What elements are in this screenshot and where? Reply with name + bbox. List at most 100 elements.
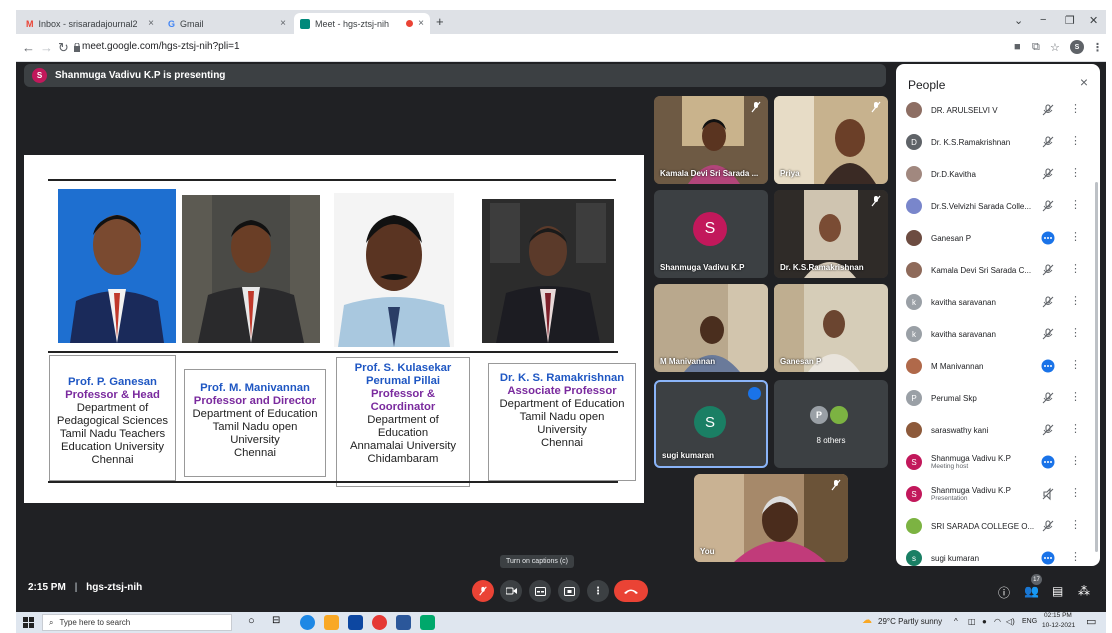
participant-more-icon[interactable]: ⋮ bbox=[1070, 102, 1081, 115]
participant-row[interactable]: Kamala Devi Sri Sarada C... ⋮ bbox=[896, 254, 1100, 286]
windows-start-icon[interactable] bbox=[23, 617, 34, 628]
participant-more-icon[interactable]: ⋮ bbox=[1070, 422, 1081, 435]
cortana-icon[interactable]: ○ bbox=[248, 615, 255, 627]
more-options-button[interactable]: ⋮ bbox=[587, 580, 609, 602]
participant-list-scrollbar[interactable] bbox=[1095, 182, 1098, 552]
clock-time[interactable]: 02:15 PM bbox=[1044, 612, 1072, 619]
activities-icon[interactable]: ⁂ bbox=[1078, 584, 1090, 598]
video-tile-priya[interactable]: Priya bbox=[774, 96, 888, 184]
speaking-indicator-icon[interactable] bbox=[1041, 359, 1055, 373]
participant-more-icon[interactable]: ⋮ bbox=[1070, 358, 1081, 371]
speaking-indicator-icon[interactable] bbox=[1041, 455, 1055, 469]
mic-tray-icon[interactable]: ● bbox=[982, 617, 987, 626]
bookmark-star-icon[interactable]: ☆ bbox=[1050, 41, 1060, 54]
url-input[interactable]: meet.google.com/hgs-ztsj-nih?pli=1 bbox=[82, 41, 240, 52]
language-indicator[interactable]: ENG bbox=[1022, 618, 1037, 625]
meeting-info-icon[interactable]: ⓘ bbox=[998, 584, 1010, 601]
word-icon[interactable] bbox=[396, 615, 411, 630]
close-tab-icon[interactable]: × bbox=[280, 18, 286, 29]
participant-row[interactable]: SRI SARADA COLLEGE O... ⋮ bbox=[896, 510, 1100, 542]
tray-overflow-icon[interactable]: ^ bbox=[954, 617, 958, 626]
video-tile-kamala[interactable]: Kamala Devi Sri Sarada ... bbox=[654, 96, 768, 184]
close-tab-icon[interactable]: × bbox=[418, 18, 424, 29]
reload-icon[interactable]: ↻ bbox=[58, 40, 69, 56]
taskbar-search-box[interactable]: ⌕ Type here to search bbox=[42, 614, 232, 631]
tab-inbox[interactable]: M Inbox - srisaradajournal2021@gm × bbox=[20, 13, 160, 34]
participant-more-icon[interactable]: ⋮ bbox=[1070, 390, 1081, 403]
mic-off-icon[interactable] bbox=[1041, 519, 1055, 533]
wifi-icon[interactable]: ◠ bbox=[994, 617, 1001, 626]
video-tile-manivannan[interactable]: M Manivannan bbox=[654, 284, 768, 372]
meeting-code[interactable]: hgs-ztsj-nih bbox=[86, 582, 142, 593]
close-tab-icon[interactable]: × bbox=[148, 18, 154, 29]
minimize-icon[interactable]: − bbox=[1040, 14, 1046, 26]
close-window-icon[interactable]: ✕ bbox=[1089, 14, 1098, 27]
participant-row[interactable]: S Shanmuga Vadivu K.P Presentation ⋮ bbox=[896, 478, 1100, 510]
new-tab-button[interactable]: + bbox=[436, 14, 444, 29]
participant-more-icon[interactable]: ⋮ bbox=[1070, 294, 1081, 307]
participant-row[interactable]: saraswathy kani ⋮ bbox=[896, 414, 1100, 446]
camera-toggle-button[interactable] bbox=[500, 580, 522, 602]
browser-menu-icon[interactable]: ⋮ bbox=[1092, 41, 1103, 54]
mail-icon[interactable] bbox=[348, 615, 363, 630]
video-tile-others[interactable]: P 8 others bbox=[774, 380, 888, 468]
mic-off-icon[interactable] bbox=[1041, 391, 1055, 405]
mic-off-icon[interactable] bbox=[1041, 199, 1055, 213]
video-tile-ramakrishnan[interactable]: Dr. K.S.Ramakrishnan bbox=[774, 190, 888, 278]
speaking-indicator-icon[interactable] bbox=[1041, 551, 1055, 565]
leave-call-button[interactable] bbox=[614, 580, 648, 602]
mic-off-icon[interactable] bbox=[1041, 263, 1055, 277]
participant-row[interactable]: M Manivannan ⋮ bbox=[896, 350, 1100, 382]
task-view-icon[interactable]: ⊟ bbox=[272, 615, 280, 626]
video-tile-ganesan[interactable]: Ganesan P bbox=[774, 284, 888, 372]
mic-off-icon[interactable] bbox=[1041, 423, 1055, 437]
participant-more-icon[interactable]: ⋮ bbox=[1070, 134, 1081, 147]
present-screen-button[interactable] bbox=[558, 580, 580, 602]
chrome-icon[interactable] bbox=[372, 615, 387, 630]
participant-more-icon[interactable]: ⋮ bbox=[1070, 486, 1081, 499]
participant-row[interactable]: DR. ARULSELVI V ⋮ bbox=[896, 94, 1100, 126]
camera-indicator-icon[interactable]: ■ bbox=[1014, 41, 1021, 53]
tab-gmail[interactable]: G Gmail × bbox=[162, 13, 292, 34]
participant-row[interactable]: k kavitha saravanan ⋮ bbox=[896, 286, 1100, 318]
mic-off-icon[interactable] bbox=[1041, 295, 1055, 309]
tab-meet[interactable]: Meet - hgs-ztsj-nih × bbox=[294, 13, 430, 34]
participant-more-icon[interactable]: ⋮ bbox=[1070, 198, 1081, 211]
participant-row[interactable]: Dr.S.Velvizhi Sarada Colle... ⋮ bbox=[896, 190, 1100, 222]
participant-more-icon[interactable]: ⋮ bbox=[1070, 454, 1081, 467]
video-tile-sugi[interactable]: S sugi kumaran bbox=[654, 380, 768, 468]
volume-icon[interactable]: ◁) bbox=[1006, 617, 1015, 626]
back-arrow-icon[interactable]: ← bbox=[22, 40, 35, 55]
tab-search-chevron-icon[interactable]: ⌄ bbox=[1014, 14, 1023, 27]
notifications-icon[interactable]: ▭ bbox=[1086, 615, 1096, 628]
close-panel-button[interactable]: × bbox=[1080, 74, 1088, 90]
clock-date[interactable]: 10-12-2021 bbox=[1042, 622, 1075, 629]
profile-avatar[interactable]: S bbox=[1070, 40, 1084, 54]
speaking-indicator-icon[interactable] bbox=[1041, 231, 1055, 245]
mic-off-icon[interactable] bbox=[1041, 103, 1055, 117]
participant-row[interactable]: P Perumal Skp ⋮ bbox=[896, 382, 1100, 414]
presentation-audio-off-icon[interactable] bbox=[1041, 487, 1055, 501]
forward-arrow-icon[interactable]: → bbox=[40, 40, 53, 55]
participant-row[interactable]: k kavitha saravanan ⋮ bbox=[896, 318, 1100, 350]
participant-more-icon[interactable]: ⋮ bbox=[1070, 166, 1081, 179]
file-explorer-icon[interactable] bbox=[324, 615, 339, 630]
mic-off-icon[interactable] bbox=[1041, 135, 1055, 149]
share-icon[interactable]: ⧉ bbox=[1032, 41, 1040, 54]
participant-more-icon[interactable]: ⋮ bbox=[1070, 230, 1081, 243]
mic-toggle-button[interactable] bbox=[472, 580, 494, 602]
people-icon[interactable]: 👥 bbox=[1024, 584, 1039, 598]
chat-icon[interactable]: ▤ bbox=[1052, 584, 1063, 598]
restore-icon[interactable]: ❐ bbox=[1065, 14, 1075, 27]
participant-more-icon[interactable]: ⋮ bbox=[1070, 518, 1081, 531]
meet-app-icon[interactable] bbox=[420, 615, 435, 630]
mic-off-icon[interactable] bbox=[1041, 327, 1055, 341]
edge-icon[interactable] bbox=[300, 615, 315, 630]
mic-off-icon[interactable] bbox=[1041, 167, 1055, 181]
participant-row[interactable]: D Dr. K.S.Ramakrishnan ⋮ bbox=[896, 126, 1100, 158]
video-tile-you[interactable]: You bbox=[694, 474, 848, 562]
participant-more-icon[interactable]: ⋮ bbox=[1070, 550, 1081, 563]
participant-row[interactable]: S Shanmuga Vadivu K.P Meeting host ⋮ bbox=[896, 446, 1100, 478]
captions-button[interactable] bbox=[529, 580, 551, 602]
weather-text[interactable]: 29°C Partly sunny bbox=[878, 617, 942, 626]
